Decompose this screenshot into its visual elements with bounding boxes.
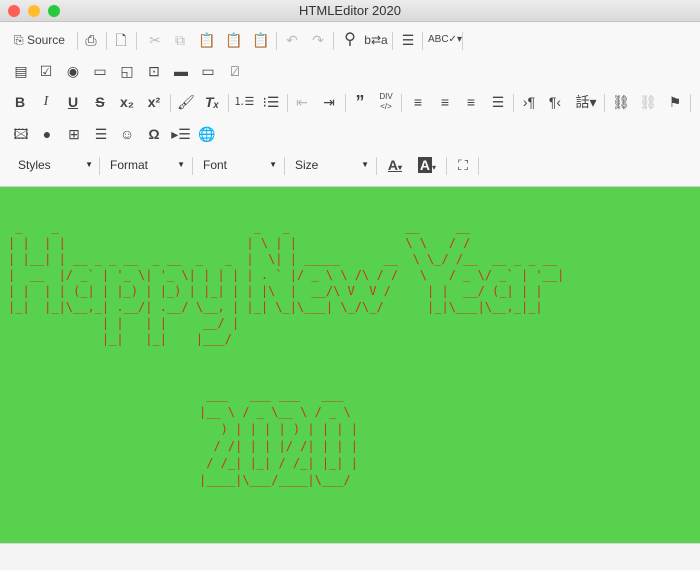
toolbar-row-3: B I U S x₂ x² 🖌 Tₓ ⒈☰ ⁝☰ ⇤ ⇥ ” DIV </> ≡ … — [0, 90, 700, 116]
superscript-icon[interactable]: x² — [142, 90, 166, 114]
window-title: HTMLEditor 2020 — [299, 3, 401, 18]
status-bar — [0, 543, 700, 570]
italic-icon[interactable]: I — [34, 90, 58, 114]
toolbar-row-5: Styles ▼ Format ▼ Font ▼ Size ▼ A▾ A ▾ ⛶ — [0, 153, 700, 179]
title-bar: HTMLEditor 2020 — [0, 0, 700, 22]
close-button[interactable] — [8, 5, 20, 17]
copy-format-icon[interactable]: 🖌 — [174, 90, 198, 114]
editor-toolbar: ⎘ Source ⎙ 🗋 ✂ ⧉ 📋 📋 📋 ↶ ↷ ⚲ b⇄a ☰ ABC✓▾… — [0, 23, 700, 187]
find-icon[interactable]: ⚲ — [338, 28, 362, 52]
size-label: Size — [295, 158, 319, 172]
language-icon[interactable]: 話▾ — [570, 90, 602, 114]
paste-word-icon[interactable]: 📋 — [249, 28, 273, 52]
zoom-button[interactable] — [48, 5, 60, 17]
form-icon[interactable]: ▤ — [9, 59, 33, 83]
chevron-down-icon: ▼ — [85, 160, 93, 169]
paste-text-icon[interactable]: 📋 — [222, 28, 246, 52]
source-label: Source — [26, 33, 65, 47]
special-char-icon[interactable]: Ω — [142, 122, 166, 146]
ascii-art-2020: ___ ___ ___ ___ |__ \ / _ \__ \ / _ \ ) … — [199, 388, 358, 487]
blockquote-icon[interactable]: ” — [348, 90, 372, 114]
strikethrough-icon[interactable]: S — [88, 90, 112, 114]
align-right-icon[interactable]: ≡ — [459, 90, 483, 114]
styles-dropdown[interactable]: Styles ▼ — [10, 154, 97, 176]
copy-icon[interactable]: ⧉ — [168, 28, 192, 52]
replace-icon[interactable]: b⇄a — [364, 28, 388, 52]
link-icon[interactable]: ⛓ — [609, 90, 633, 114]
outdent-icon[interactable]: ⇤ — [290, 90, 314, 114]
flash-icon[interactable]: ● — [35, 122, 59, 146]
print-icon[interactable]: ⎙ — [79, 28, 103, 52]
toolbar-row-4: 🖾 ● ⊞ ☰ ☺ Ω ▸☰ 🌐 — [0, 122, 700, 148]
align-center-icon[interactable]: ≡ — [433, 90, 457, 114]
editor-content-area[interactable]: _ _ _ _ __ __ | | | | | \ | | \ \ / / | … — [0, 187, 700, 543]
background-color-icon[interactable]: A ▾ — [412, 153, 442, 177]
hidden-field-icon[interactable]: ⍁ — [223, 59, 247, 83]
font-dropdown[interactable]: Font ▼ — [195, 154, 281, 176]
chevron-down-icon: ▼ — [361, 160, 369, 169]
underline-icon[interactable]: U — [61, 90, 85, 114]
source-icon: ⎘ — [14, 33, 24, 47]
div-container-icon[interactable]: DIV </> — [374, 90, 398, 114]
font-label: Font — [203, 158, 228, 172]
ltr-icon[interactable]: ›¶ — [517, 90, 541, 114]
cut-icon[interactable]: ✂ — [143, 28, 167, 52]
textarea-icon[interactable]: ◱ — [115, 59, 139, 83]
select-icon[interactable]: ⊡ — [142, 59, 166, 83]
redo-icon[interactable]: ↷ — [306, 28, 330, 52]
remove-format-icon[interactable]: Tₓ — [200, 90, 224, 114]
minimize-button[interactable] — [28, 5, 40, 17]
iframe-globe-icon[interactable]: 🌐 — [195, 122, 219, 146]
toolbar-row-2: ▤ ☑ ◉ ▭ ◱ ⊡ ▬ ▭ ⍁ — [0, 59, 700, 85]
image-icon[interactable]: 🖾 — [9, 122, 33, 146]
chevron-down-icon: ▼ — [177, 160, 185, 169]
subscript-icon[interactable]: x₂ — [115, 90, 139, 114]
anchor-icon[interactable]: ⚑ — [663, 90, 687, 114]
smiley-icon[interactable]: ☺ — [115, 122, 139, 146]
format-dropdown[interactable]: Format ▼ — [102, 154, 189, 176]
format-label: Format — [110, 158, 149, 172]
indent-icon[interactable]: ⇥ — [317, 90, 341, 114]
bulleted-list-icon[interactable]: ⁝☰ — [259, 90, 283, 114]
text-field-icon[interactable]: ▭ — [88, 59, 112, 83]
paste-icon[interactable]: 📋 — [195, 28, 219, 52]
undo-icon[interactable]: ↶ — [280, 28, 304, 52]
show-blocks-icon[interactable]: ☰ — [396, 28, 420, 52]
maximize-icon[interactable]: ⛶ — [451, 153, 475, 177]
size-dropdown[interactable]: Size ▼ — [287, 154, 373, 176]
table-icon[interactable]: ⊞ — [62, 122, 86, 146]
align-left-icon[interactable]: ≡ — [406, 90, 430, 114]
text-color-icon[interactable]: A▾ — [381, 153, 409, 177]
numbered-list-icon[interactable]: ⒈☰ — [232, 90, 256, 114]
radio-icon[interactable]: ◉ — [61, 59, 85, 83]
button-icon[interactable]: ▬ — [169, 59, 193, 83]
image-button-icon[interactable]: ▭ — [196, 59, 220, 83]
source-button[interactable]: ⎘ Source — [12, 28, 70, 52]
new-page-icon[interactable]: 🗋 — [109, 28, 133, 52]
page-break-icon[interactable]: ▸☰ — [169, 122, 193, 146]
horizontal-line-icon[interactable]: ☰ — [89, 122, 113, 146]
checkbox-icon[interactable]: ☑ — [34, 59, 58, 83]
toolbar-row-1: ⎘ Source ⎙ 🗋 ✂ ⧉ 📋 📋 📋 ↶ ↷ ⚲ b⇄a ☰ ABC✓▾ — [0, 28, 700, 54]
styles-label: Styles — [18, 158, 51, 172]
spellcheck-icon[interactable]: ABC✓▾ — [428, 28, 462, 52]
ascii-art-happy-new-year: _ _ _ _ __ __ | | | | | \ | | \ \ / / | … — [8, 220, 565, 346]
rtl-icon[interactable]: ¶‹ — [543, 90, 567, 114]
bold-icon[interactable]: B — [8, 90, 32, 114]
chevron-down-icon: ▼ — [269, 160, 277, 169]
justify-icon[interactable]: ☰ — [486, 90, 510, 114]
unlink-icon[interactable]: ⛓ — [636, 90, 660, 114]
